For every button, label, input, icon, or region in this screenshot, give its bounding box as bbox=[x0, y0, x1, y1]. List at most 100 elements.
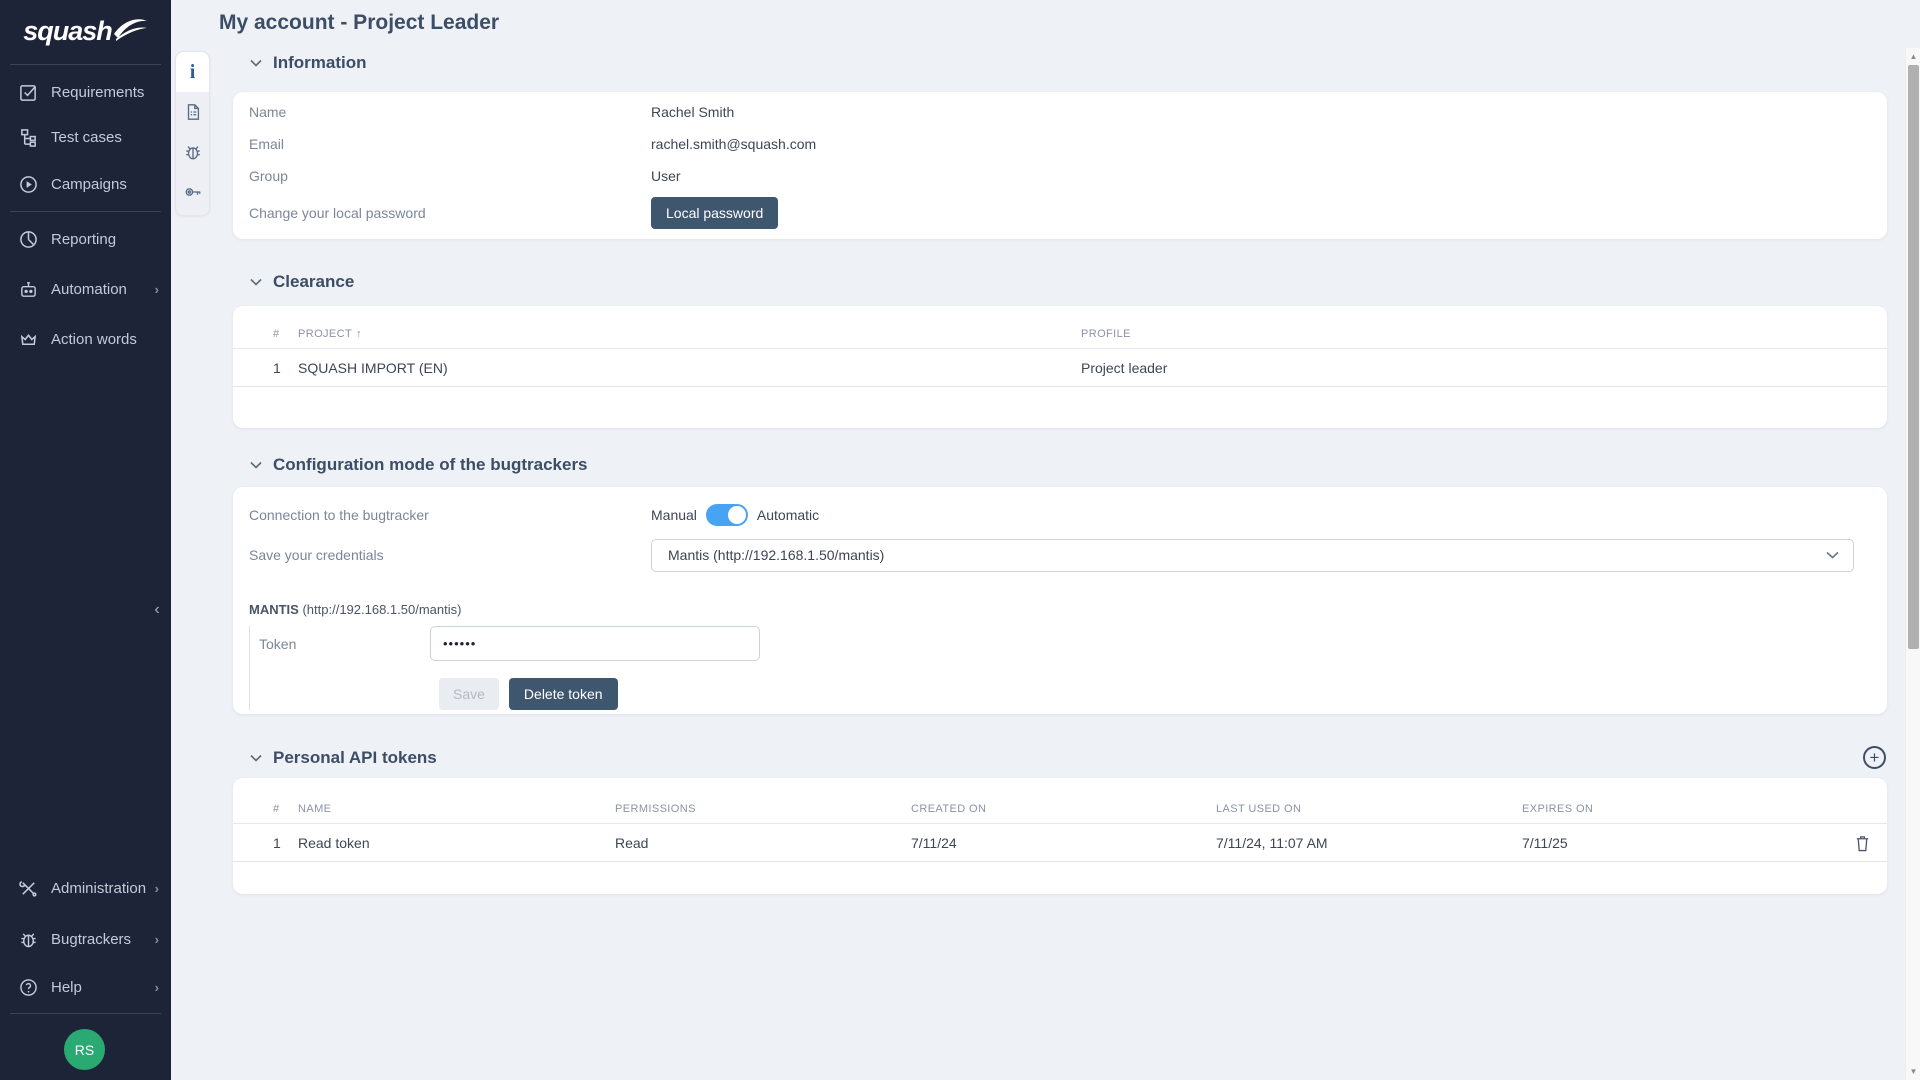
section-header-clearance[interactable]: Clearance bbox=[250, 272, 354, 292]
email-value: rachel.smith@squash.com bbox=[651, 136, 816, 152]
column-last-used-on[interactable]: LAST USED ON bbox=[1216, 803, 1522, 815]
sidebar-item-requirements[interactable]: Requirements bbox=[0, 72, 171, 112]
column-name[interactable]: NAME bbox=[298, 803, 615, 815]
section-title: Clearance bbox=[273, 272, 354, 292]
scrollbar-thumb[interactable] bbox=[1908, 65, 1919, 649]
bugtracker-url: (http://192.168.1.50/mantis) bbox=[302, 602, 461, 617]
add-token-button[interactable]: + bbox=[1863, 746, 1886, 769]
sidebar-item-automation[interactable]: Automation › bbox=[0, 269, 171, 309]
name-value: Rachel Smith bbox=[651, 104, 734, 120]
credentials-select[interactable]: Mantis (http://192.168.1.50/mantis) bbox=[651, 539, 1854, 572]
sidebar-item-label: Help bbox=[51, 979, 82, 996]
cell-last-used-on: 7/11/24, 11:07 AM bbox=[1216, 835, 1522, 851]
sidebar-item-label: Test cases bbox=[51, 129, 122, 146]
cell-expires-on: 7/11/25 bbox=[1522, 835, 1831, 851]
scrollbar-up-arrow[interactable]: ▲ bbox=[1906, 49, 1920, 64]
credentials-row: Save your credentials Mantis (http://192… bbox=[249, 533, 1871, 577]
token-input[interactable] bbox=[430, 626, 760, 661]
tab-documents[interactable] bbox=[176, 92, 209, 132]
sidebar-item-test-cases[interactable]: Test cases bbox=[0, 117, 171, 157]
local-password-button[interactable]: Local password bbox=[651, 197, 778, 229]
save-button[interactable]: Save bbox=[439, 678, 499, 710]
sidebar-item-label: Bugtrackers bbox=[51, 931, 131, 948]
tab-information[interactable]: i bbox=[176, 52, 209, 92]
cell-name: Read token bbox=[298, 835, 615, 851]
info-row-password: Change your local password Local passwor… bbox=[249, 194, 1871, 231]
sidebar-collapse-chevron[interactable]: ‹ bbox=[145, 596, 169, 624]
scrollbar-down-arrow[interactable]: ▼ bbox=[1906, 1064, 1920, 1079]
email-label: Email bbox=[249, 136, 651, 152]
table-divider bbox=[233, 386, 1887, 387]
token-label: Token bbox=[259, 636, 430, 652]
cell-permissions: Read bbox=[615, 835, 911, 851]
file-icon bbox=[184, 103, 202, 121]
chevron-down-icon bbox=[1826, 551, 1839, 559]
sidebar-item-reporting[interactable]: Reporting bbox=[0, 219, 171, 259]
cell-created-on: 7/11/24 bbox=[911, 835, 1216, 851]
api-token-row[interactable]: 1 Read token Read 7/11/24 7/11/24, 11:07… bbox=[233, 824, 1887, 861]
bugtrackers-bug-icon bbox=[18, 929, 38, 949]
sidebar-item-label: Automation bbox=[51, 281, 127, 298]
token-row: Token bbox=[259, 626, 1871, 661]
clearance-card: # PROJECT↑ PROFILE 1 SQUASH IMPORT (EN) … bbox=[233, 306, 1887, 428]
token-buttons: Save Delete token bbox=[439, 678, 1871, 710]
info-icon: i bbox=[190, 61, 196, 84]
sidebar-item-label: Requirements bbox=[51, 84, 144, 101]
sidebar-divider bbox=[10, 64, 161, 65]
administration-tools-icon bbox=[18, 878, 38, 898]
sidebar-item-label: Campaigns bbox=[51, 176, 127, 193]
section-header-information[interactable]: Information bbox=[250, 53, 367, 73]
column-expires-on[interactable]: EXPIRES ON bbox=[1522, 803, 1831, 815]
connection-row: Connection to the bugtracker Manual Auto… bbox=[249, 497, 1871, 533]
sort-ascending-icon: ↑ bbox=[356, 328, 362, 340]
cell-num: 1 bbox=[273, 360, 298, 376]
section-title: Personal API tokens bbox=[273, 748, 437, 768]
chevron-down-icon bbox=[250, 754, 262, 762]
group-label: Group bbox=[249, 168, 651, 184]
credentials-label: Save your credentials bbox=[249, 547, 651, 563]
automation-robot-icon bbox=[18, 279, 38, 299]
section-header-bugtracker-config[interactable]: Configuration mode of the bugtrackers bbox=[250, 455, 588, 475]
api-tokens-table-header: # NAME PERMISSIONS CREATED ON LAST USED … bbox=[233, 795, 1887, 823]
chevron-down-icon bbox=[250, 59, 262, 67]
campaigns-play-icon bbox=[18, 174, 38, 194]
column-permissions[interactable]: PERMISSIONS bbox=[615, 803, 911, 815]
cell-num: 1 bbox=[273, 835, 298, 851]
vertical-scrollbar[interactable]: ▲ ▼ bbox=[1905, 48, 1920, 1080]
connection-label: Connection to the bugtracker bbox=[249, 507, 651, 523]
sidebar-item-administration[interactable]: Administration › bbox=[0, 868, 171, 908]
delete-token-button[interactable]: Delete token bbox=[509, 678, 618, 710]
column-num: # bbox=[273, 803, 298, 815]
squash-logo[interactable]: squash bbox=[0, 0, 171, 62]
clearance-row[interactable]: 1 SQUASH IMPORT (EN) Project leader bbox=[233, 349, 1887, 386]
toggle-manual-label: Manual bbox=[651, 507, 697, 523]
sidebar-item-help[interactable]: Help › bbox=[0, 967, 171, 1007]
sidebar-item-action-words[interactable]: Action words bbox=[0, 319, 171, 359]
sidebar-item-label: Reporting bbox=[51, 231, 116, 248]
tab-api-tokens[interactable] bbox=[176, 172, 209, 212]
column-created-on[interactable]: CREATED ON bbox=[911, 803, 1216, 815]
delete-api-token-button[interactable] bbox=[1831, 834, 1871, 852]
connection-mode-toggle[interactable] bbox=[706, 504, 748, 526]
sidebar-divider bbox=[10, 1013, 161, 1014]
toggle-automatic-label: Automatic bbox=[757, 507, 819, 523]
test-cases-tree-icon bbox=[18, 127, 38, 147]
clearance-table-header: # PROJECT↑ PROFILE bbox=[233, 320, 1887, 348]
chevron-right-icon: › bbox=[155, 980, 159, 995]
section-header-api-tokens[interactable]: Personal API tokens bbox=[250, 748, 437, 768]
info-row-group: Group User bbox=[249, 160, 1871, 192]
squash-logo-text: squash bbox=[23, 16, 112, 47]
bug-icon bbox=[184, 143, 202, 161]
chevron-down-icon bbox=[250, 278, 262, 286]
user-avatar[interactable]: RS bbox=[64, 1029, 105, 1070]
column-profile[interactable]: PROFILE bbox=[1081, 328, 1871, 340]
info-row-name: Name Rachel Smith bbox=[249, 96, 1871, 128]
action-words-crown-icon bbox=[18, 329, 38, 349]
column-project[interactable]: PROJECT↑ bbox=[298, 328, 1081, 340]
sidebar-item-campaigns[interactable]: Campaigns bbox=[0, 164, 171, 204]
help-question-icon bbox=[18, 977, 38, 997]
tab-bugtracker[interactable] bbox=[176, 132, 209, 172]
cell-profile: Project leader bbox=[1081, 360, 1871, 376]
chevron-right-icon: › bbox=[155, 881, 159, 896]
sidebar-item-bugtrackers[interactable]: Bugtrackers › bbox=[0, 919, 171, 959]
